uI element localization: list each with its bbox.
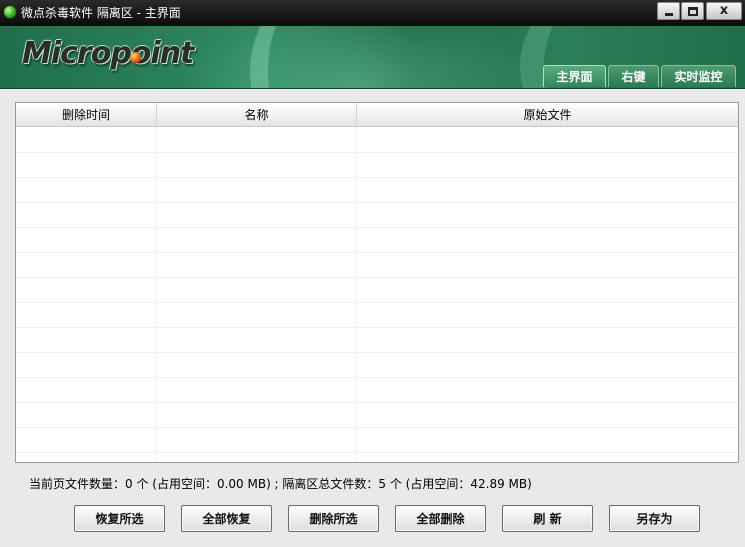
close-button[interactable]: x bbox=[706, 2, 742, 20]
table-row bbox=[16, 453, 738, 462]
table-cell bbox=[157, 403, 357, 428]
window-title: 微点杀毒软件 隔离区 - 主界面 bbox=[21, 6, 181, 20]
table-cell bbox=[157, 278, 357, 303]
table-cell bbox=[16, 453, 157, 462]
table-cell bbox=[157, 353, 357, 378]
table-cell bbox=[16, 403, 157, 428]
table-cell bbox=[357, 228, 738, 253]
table-row bbox=[16, 128, 738, 153]
close-icon: x bbox=[719, 3, 729, 18]
table-cell bbox=[157, 178, 357, 203]
table-cell bbox=[357, 453, 738, 462]
save-as-button[interactable]: 另存为 bbox=[609, 505, 700, 532]
table-row bbox=[16, 178, 738, 203]
table-cell bbox=[157, 203, 357, 228]
table-cell bbox=[16, 178, 157, 203]
minimize-button[interactable] bbox=[657, 2, 680, 20]
minimize-icon bbox=[664, 12, 673, 16]
table-row bbox=[16, 428, 738, 453]
table-cell bbox=[157, 378, 357, 403]
list-rows bbox=[16, 128, 738, 462]
table-cell bbox=[157, 428, 357, 453]
brand-logo: Micropoint bbox=[22, 36, 194, 71]
table-cell bbox=[16, 153, 157, 178]
table-cell bbox=[16, 278, 157, 303]
table-cell bbox=[357, 153, 738, 178]
table-cell bbox=[157, 453, 357, 462]
table-cell bbox=[357, 278, 738, 303]
table-cell bbox=[16, 328, 157, 353]
table-cell bbox=[157, 253, 357, 278]
column-header-name[interactable]: 名称 bbox=[157, 103, 357, 127]
table-cell bbox=[16, 428, 157, 453]
table-row bbox=[16, 203, 738, 228]
maximize-icon bbox=[687, 6, 698, 16]
table-cell bbox=[157, 328, 357, 353]
tab-realtime-monitor[interactable]: 实时监控 bbox=[661, 65, 736, 87]
table-row bbox=[16, 303, 738, 328]
table-row bbox=[16, 153, 738, 178]
table-cell bbox=[157, 228, 357, 253]
logo-dot-icon bbox=[130, 52, 141, 63]
table-cell bbox=[157, 303, 357, 328]
banner-decoration bbox=[250, 26, 390, 88]
table-row bbox=[16, 378, 738, 403]
table-row bbox=[16, 253, 738, 278]
app-icon bbox=[3, 5, 17, 19]
column-header-delete-time[interactable]: 删除时间 bbox=[16, 103, 157, 127]
maximize-button[interactable] bbox=[681, 2, 704, 20]
table-cell bbox=[16, 228, 157, 253]
title-bar: 微点杀毒软件 隔离区 - 主界面 x bbox=[0, 0, 745, 26]
table-cell bbox=[157, 128, 357, 153]
table-cell bbox=[16, 203, 157, 228]
table-cell bbox=[357, 303, 738, 328]
status-summary: 当前页文件数量：0 个 (占用空间：0.00 MB) ; 隔离区总文件数：5 个… bbox=[29, 477, 532, 491]
table-cell bbox=[357, 178, 738, 203]
table-row bbox=[16, 328, 738, 353]
table-cell bbox=[357, 253, 738, 278]
delete-all-button[interactable]: 全部删除 bbox=[395, 505, 486, 532]
table-cell bbox=[357, 353, 738, 378]
table-cell bbox=[16, 253, 157, 278]
table-cell bbox=[357, 428, 738, 453]
table-cell bbox=[357, 328, 738, 353]
header-banner: Micropoint 主界面 右键 实时监控 bbox=[0, 26, 745, 89]
table-cell bbox=[357, 378, 738, 403]
refresh-button[interactable]: 刷 新 bbox=[502, 505, 593, 532]
table-cell bbox=[357, 203, 738, 228]
list-header: 删除时间 名称 原始文件 bbox=[16, 103, 738, 127]
table-row bbox=[16, 278, 738, 303]
main-tabs: 主界面 右键 实时监控 bbox=[543, 65, 738, 87]
table-cell bbox=[16, 128, 157, 153]
table-row bbox=[16, 353, 738, 378]
table-cell bbox=[16, 353, 157, 378]
table-cell bbox=[157, 153, 357, 178]
restore-selected-button[interactable]: 恢复所选 bbox=[74, 505, 165, 532]
tab-main[interactable]: 主界面 bbox=[543, 65, 606, 87]
column-header-original-file[interactable]: 原始文件 bbox=[357, 103, 738, 127]
table-row bbox=[16, 228, 738, 253]
delete-selected-button[interactable]: 删除所选 bbox=[288, 505, 379, 532]
table-cell bbox=[357, 128, 738, 153]
quarantine-list[interactable]: 删除时间 名称 原始文件 bbox=[15, 102, 739, 463]
restore-all-button[interactable]: 全部恢复 bbox=[181, 505, 272, 532]
tab-context-menu[interactable]: 右键 bbox=[608, 65, 659, 87]
table-row bbox=[16, 403, 738, 428]
table-cell bbox=[16, 378, 157, 403]
table-cell bbox=[357, 403, 738, 428]
table-cell bbox=[16, 303, 157, 328]
